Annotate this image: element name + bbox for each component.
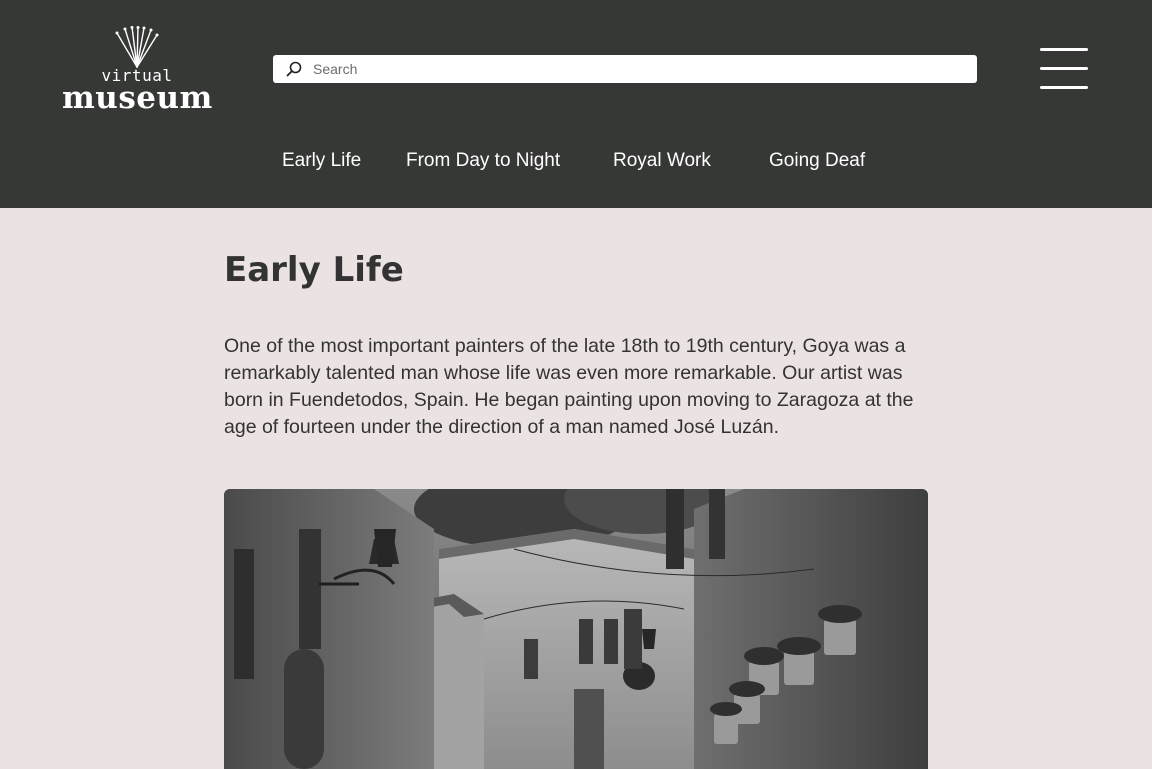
logo-rays-icon	[115, 26, 159, 68]
nav-item-early-life[interactable]: Early Life	[282, 150, 361, 172]
search-input[interactable]	[313, 55, 963, 83]
nav-item-royal-work[interactable]: Royal Work	[613, 150, 711, 172]
search-icon[interactable]	[286, 61, 302, 77]
street-photo-image	[224, 489, 928, 769]
menu-line	[1040, 67, 1088, 70]
hamburger-menu-icon[interactable]	[1040, 48, 1088, 89]
virtual-museum-logo[interactable]: virtual museum	[62, 26, 212, 118]
nav-item-from-day-to-night[interactable]: From Day to Night	[406, 150, 560, 172]
site-header: virtual museum Early Life From Day to Ni…	[0, 0, 1152, 208]
page-title: Early Life	[224, 250, 404, 290]
menu-line	[1040, 86, 1088, 89]
nav-item-going-deaf[interactable]: Going Deaf	[769, 150, 865, 172]
street-photo	[224, 489, 928, 769]
menu-line	[1040, 48, 1088, 51]
search-bar[interactable]	[273, 55, 977, 83]
intro-paragraph: One of the most important painters of th…	[224, 335, 914, 438]
logo-text-museum: museum	[62, 80, 213, 116]
